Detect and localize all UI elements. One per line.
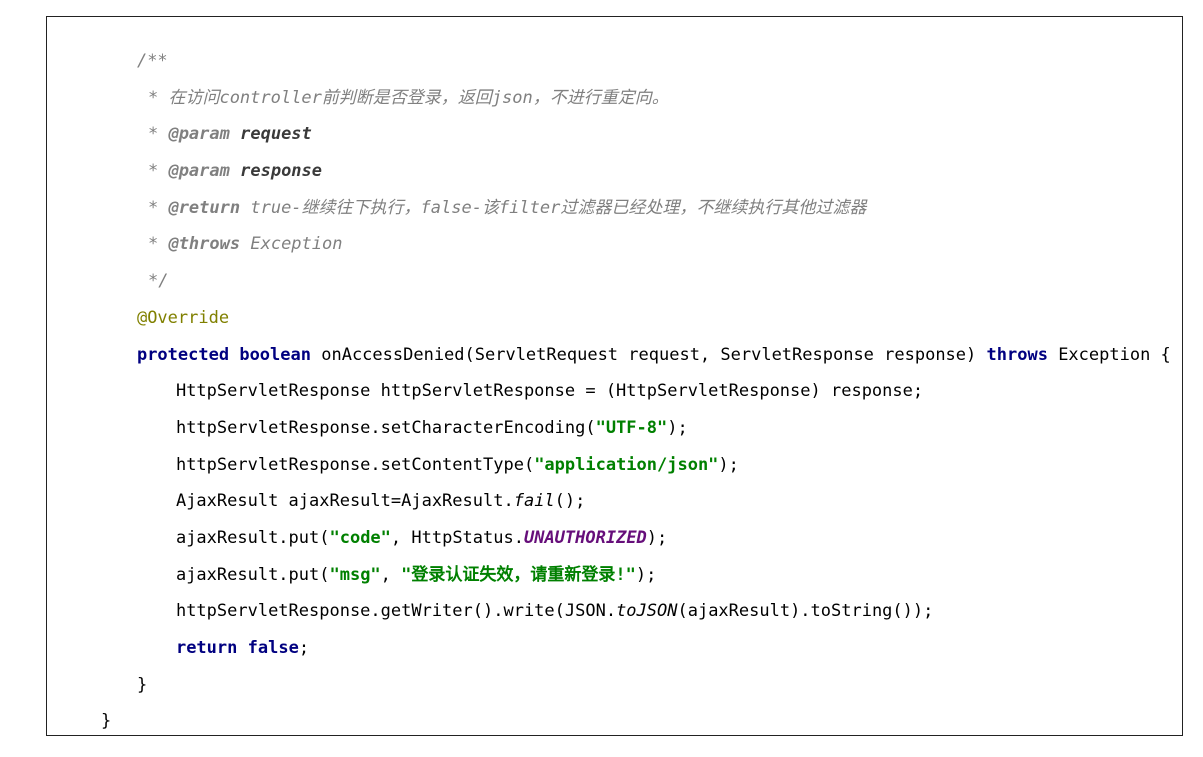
code-block: /** * 在访问controller前判断是否登录，返回json，不进行重定向… [46,16,1183,736]
cast-line: HttpServletResponse httpServletResponse … [135,355,923,401]
return-description: true-继续往下执行，false-该filter过滤器已经处理，不继续执行其他… [250,198,867,218]
method-close-brace: } [136,675,148,695]
class-close-line: } [60,685,111,731]
semicolon: ; [298,638,310,658]
annotation-line: @Override [96,282,229,328]
paren-semicolon: ); [718,455,739,475]
javadoc-close-line: */ [107,245,168,291]
method-signature-line: protected boolean onAccessDenied(Servlet… [96,319,1171,365]
content-type-line: httpServletResponse.setContentType("appl… [135,429,739,475]
keyword-false: false [247,638,299,658]
javadoc-param-request-line: * @param request [107,98,312,144]
return-line: return false; [135,612,309,658]
method-close-line: } [96,649,147,695]
writer-end: (ajaxResult).toString()); [677,601,934,621]
javadoc-description-line: * 在访问controller前判断是否登录，返回json，不进行重定向。 [107,62,669,108]
keyword-return: return [175,638,238,658]
tojson-call: toJSON [616,601,678,621]
javadoc-return-line: * @return true-继续往下执行，false-该filter过滤器已经… [107,172,866,218]
javadoc-throws-line: * @throws Exception [107,208,343,254]
throws-tag: @throws [168,234,241,254]
put-msg-line: ajaxResult.put("msg", "登录认证失效，请重新登录!"); [135,539,656,585]
ajax-result-line: AjaxResult ajaxResult=AjaxResult.fail(); [135,465,585,511]
javadoc-open-line: /** [96,25,168,71]
put-code-line: ajaxResult.put("code", HttpStatus.UNAUTH… [135,502,667,548]
writer-line: httpServletResponse.getWriter().write(JS… [135,575,933,621]
keyword-throws: throws [986,345,1048,365]
signature-end: Exception { [1058,345,1171,365]
encoding-line: httpServletResponse.setCharacterEncoding… [135,392,688,438]
class-close-brace: } [100,711,112,731]
javadoc-param-response-line: * @param response [107,135,322,181]
throws-description: Exception [250,234,343,254]
